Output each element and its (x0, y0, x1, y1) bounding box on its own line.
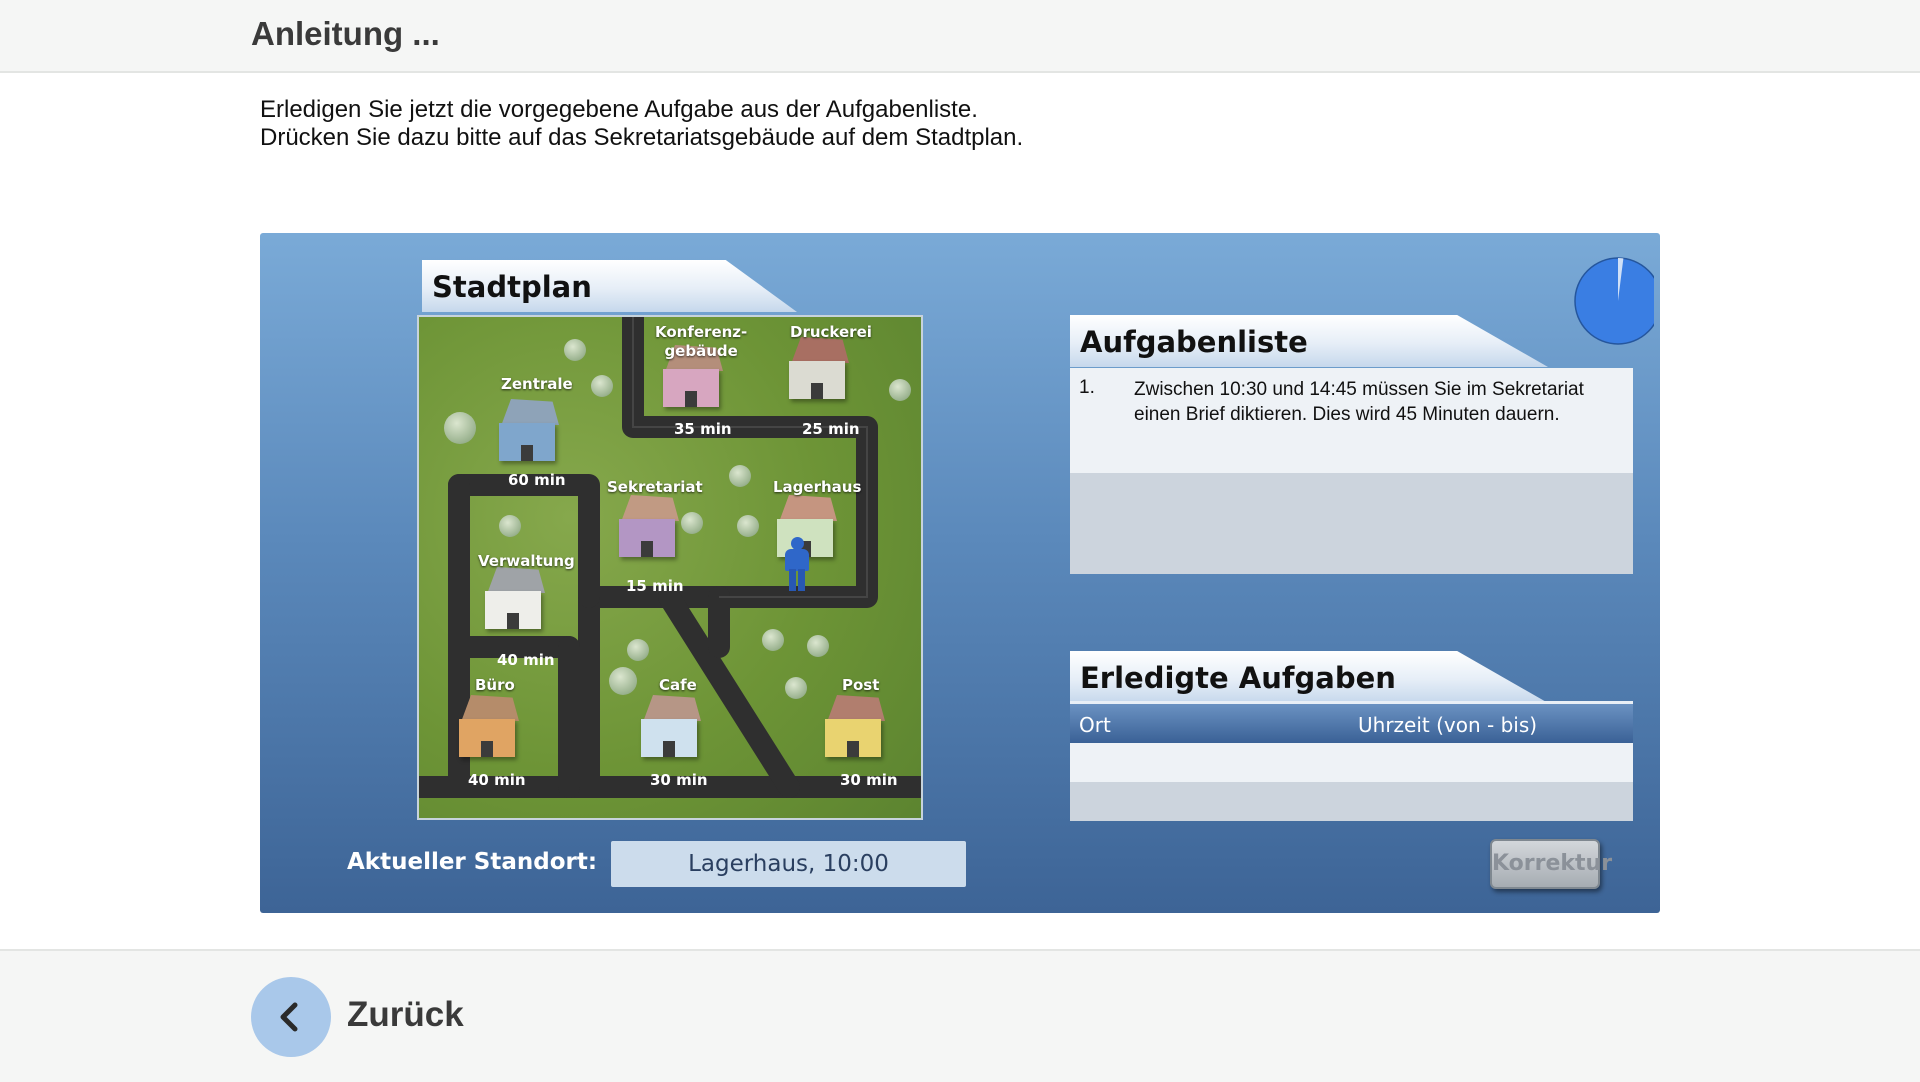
time-post: 30 min (840, 771, 898, 789)
label-konferenzgebaeude: Konferenz- gebäude (655, 323, 748, 360)
column-uhrzeit: Uhrzeit (von - bis) (1358, 713, 1538, 737)
tree-icon (564, 339, 586, 361)
building-buero[interactable] (451, 695, 523, 761)
tree-icon (889, 379, 911, 401)
column-ort: Ort (1079, 713, 1111, 737)
task-number: 1. (1079, 377, 1095, 398)
task-item: 1. Zwischen 10:30 und 14:45 müssen Sie i… (1070, 368, 1633, 473)
footer-bar: Zurück (0, 949, 1920, 1082)
aufgabenliste-title: Aufgabenliste (1080, 325, 1308, 359)
erledigte-tab: Erledigte Aufgaben (1070, 651, 1548, 703)
stadtplan-title: Stadtplan (432, 270, 592, 304)
building-druckerei[interactable] (781, 337, 853, 403)
chevron-left-icon (280, 1002, 298, 1032)
time-verwaltung: 40 min (497, 651, 555, 669)
label-verwaltung: Verwaltung (478, 552, 575, 570)
instructions-text: Erledigen Sie jetzt die vorgegebene Aufg… (260, 96, 1023, 152)
tree-icon (499, 515, 521, 537)
label-zentrale: Zentrale (501, 375, 573, 393)
instruction-line-2: Drücken Sie dazu bitte auf das Sekretari… (260, 124, 1024, 151)
korrektur-button[interactable]: Korrektur (1490, 839, 1612, 889)
building-zentrale[interactable] (491, 399, 563, 465)
tree-icon (785, 677, 807, 699)
person-icon (783, 537, 811, 593)
time-sekretariat: 15 min (626, 577, 684, 595)
tree-icon (444, 412, 476, 444)
tree-icon (729, 465, 751, 487)
aufgabenliste-tab: Aufgabenliste (1070, 315, 1548, 367)
table-row (1070, 782, 1633, 821)
tree-icon (627, 639, 649, 661)
aufgabenliste-body: 1. Zwischen 10:30 und 14:45 müssen Sie i… (1070, 368, 1633, 574)
tree-icon (681, 512, 703, 534)
building-verwaltung[interactable] (477, 567, 549, 633)
time-cafe: 30 min (650, 771, 708, 789)
label-cafe: Cafe (659, 676, 697, 694)
page-title: Anleitung ... (251, 15, 440, 52)
back-button[interactable] (251, 977, 331, 1057)
label-buero: Büro (475, 676, 515, 694)
standort-value: Lagerhaus, 10:00 (611, 841, 966, 887)
header-bar: Anleitung ... (0, 0, 1920, 73)
time-konferenzgebaeude: 35 min (674, 420, 732, 438)
tree-icon (737, 515, 759, 537)
stadtplan-tab: Stadtplan (422, 260, 797, 312)
erledigte-title: Erledigte Aufgaben (1080, 661, 1396, 695)
time-buero: 40 min (468, 771, 526, 789)
tree-icon (591, 375, 613, 397)
standort-label: Aktueller Standort: (347, 849, 598, 875)
time-zentrale: 60 min (508, 471, 566, 489)
task-text: Zwischen 10:30 und 14:45 müssen Sie im S… (1134, 379, 1584, 425)
tree-icon (807, 635, 829, 657)
table-row (1070, 743, 1633, 782)
building-cafe[interactable] (633, 695, 705, 761)
tree-icon (762, 629, 784, 651)
label-druckerei: Druckerei (790, 323, 872, 341)
label-post: Post (842, 676, 880, 694)
tree-icon (609, 667, 637, 695)
task-panel: Stadtplan Zentrale 60 min Konferenz- geb… (260, 233, 1660, 913)
time-druckerei: 25 min (802, 420, 860, 438)
label-lagerhaus: Lagerhaus (773, 478, 862, 496)
building-sekretariat[interactable] (611, 495, 683, 561)
clock-icon (1574, 257, 1654, 345)
erledigte-table-header: Ort Uhrzeit (von - bis) (1070, 701, 1633, 743)
instruction-line-1: Erledigen Sie jetzt die vorgegebene Aufg… (260, 96, 978, 123)
city-map: Zentrale 60 min Konferenz- gebäude 35 mi… (417, 315, 923, 820)
building-post[interactable] (817, 695, 889, 761)
back-label[interactable]: Zurück (347, 995, 464, 1035)
label-sekretariat: Sekretariat (607, 478, 703, 496)
